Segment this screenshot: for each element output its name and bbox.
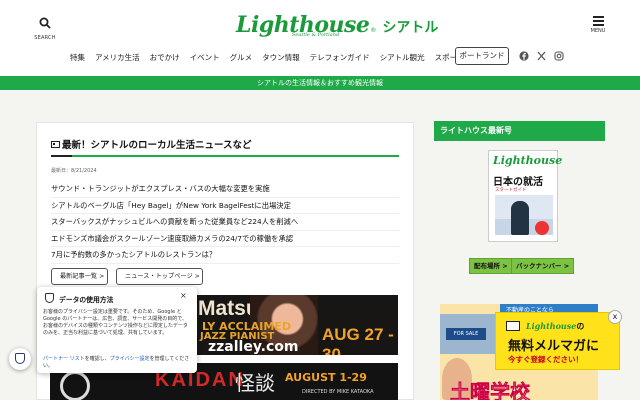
latest-issue-heading: ライトハウス最新号 <box>434 121 605 141</box>
menu-label: MENU <box>590 28 606 34</box>
news-title: 最新！シアトルのローカル生活ニュースなど <box>62 140 252 151</box>
back-number-button[interactable]: バックナンバー > <box>511 258 575 274</box>
ring-graphic <box>60 371 90 400</box>
popup-line2: 無料メルマガに <box>508 339 600 354</box>
magazine-cover[interactable]: Lighthouse 日本の就活 スタートガイド <box>488 150 562 242</box>
jazz-url: zzalley.com <box>208 339 299 355</box>
privacy-title: データの使用方法 <box>59 296 114 304</box>
menu-button[interactable]: MENU <box>584 14 612 40</box>
instagram-icon[interactable] <box>554 51 564 61</box>
distribution-button[interactable]: 配布場所 > <box>469 258 513 274</box>
nav-item-gourmet[interactable]: グルメ <box>230 52 253 64</box>
search-label: SEARCH <box>34 35 56 41</box>
logo-subtitle: Seattle & Portland <box>292 32 340 38</box>
news-top-button[interactable]: ニュース・トップページ > <box>116 268 203 285</box>
partner-list-link[interactable]: パートナー リスト <box>43 356 85 362</box>
logo-city: シアトル <box>382 20 439 36</box>
popup-line1: Lighthouseの <box>526 321 584 332</box>
logo-registered: ® <box>370 27 377 34</box>
magazine-subtitle: スタートガイド <box>495 188 527 193</box>
kaidan-dates: AUGUST 1-29 <box>285 371 367 384</box>
popup-logo: Lighthouse <box>526 321 577 331</box>
nav-item-feature[interactable]: 特集 <box>70 52 85 64</box>
latest-articles-button[interactable]: 最新記事一覧 > <box>51 268 108 285</box>
kaidan-kanji: 怪談 <box>235 371 275 395</box>
popup-line3: 今すぐ登録ください！ <box>508 355 583 364</box>
magazine-logo: Lighthouse <box>493 154 563 167</box>
site-header: SEARCH Lighthouse ® シアトル Seattle & Portl… <box>0 0 640 76</box>
hamburger-icon <box>592 16 604 26</box>
kaidan-director: DIRECTED BY MIKE KATAOKA <box>302 389 374 395</box>
privacy-settings-button[interactable] <box>9 348 31 370</box>
search-icon <box>39 17 51 29</box>
magazine-figure <box>511 201 529 235</box>
privacy-close-button[interactable]: × <box>180 291 187 300</box>
nav-item-town-info[interactable]: タウン情報 <box>262 52 300 64</box>
nav-item-seattle-tourism[interactable]: シアトル観光 <box>380 52 425 64</box>
magazine-badge <box>535 221 549 235</box>
privacy-body: お客様のプライバシー設定は重要です。そのため、Google と Google の… <box>43 309 188 336</box>
portland-button[interactable]: ポートランド <box>455 47 509 65</box>
news-item[interactable]: 7月に予約数の多かったシアトルのレストランは？ <box>51 247 399 264</box>
main-nav: 特集 アメリカ生活 おでかけ イベント グルメ タウン情報 テレフォンガイド シ… <box>70 52 474 64</box>
news-item[interactable]: スターバックスがナッシュビルへの貢献を断った従業員など224人を削減へ <box>51 214 399 231</box>
news-list: サウンド・トランジットがエクスプレス・バスの大幅な変更を実施 シアトルのベーグル… <box>51 181 399 264</box>
search-button[interactable]: SEARCH <box>30 14 60 41</box>
nav-item-events[interactable]: イベント <box>190 52 220 64</box>
magazine-title: 日本の就活 <box>493 177 543 188</box>
news-buttons: 最新記事一覧 > ニュース・トップページ > <box>51 268 203 285</box>
tagline-banner: シアトルの生活情報＆おすすめ観光情報 <box>0 76 640 90</box>
nav-item-us-life[interactable]: アメリカ生活 <box>95 52 140 64</box>
nav-item-outing[interactable]: おでかけ <box>150 52 180 64</box>
privacy-links: パートナー リストを確認し、プライバシー設定を管理してください。 <box>43 356 191 370</box>
news-heading: 最新！シアトルのローカル生活ニュースなど <box>51 137 252 151</box>
school-ad-title: 土曜学校 <box>450 380 531 400</box>
news-item[interactable]: エドモンズ市議会がスクールゾーン速度取締カメラの24/7での稼働を承認 <box>51 231 399 247</box>
shield-icon <box>45 293 54 303</box>
privacy-link-mid: を確認し、 <box>84 356 110 362</box>
jazz-dates: AUG 27 - 30 <box>322 325 394 355</box>
news-item[interactable]: シアトルのベーグル店「Hey Bagel」がNew York BagelFest… <box>51 198 399 214</box>
envelope-icon <box>506 321 520 331</box>
popup-line1-suffix: の <box>576 322 585 331</box>
newsletter-popup[interactable]: Lighthouseの 無料メルマガに 今すぐ登録ください！ <box>495 312 620 370</box>
for-sale-sign: FOR SALE <box>446 328 486 340</box>
nav-item-phone-guide[interactable]: テレフォンガイド <box>310 52 370 64</box>
newsletter-close-button[interactable]: x <box>608 310 622 324</box>
title-divider <box>51 155 399 157</box>
facebook-icon[interactable] <box>519 51 529 61</box>
updated-date: 最新日：8/21/2024 <box>51 168 97 174</box>
privacy-dialog: データの使用方法 × お客様のプライバシー設定は重要です。そのため、Google… <box>37 287 197 373</box>
privacy-settings-link[interactable]: プライバシー設定 <box>110 356 150 362</box>
shield-icon <box>15 353 25 364</box>
newspaper-icon <box>51 140 60 148</box>
x-icon[interactable] <box>537 51 546 61</box>
news-item[interactable]: サウンド・トランジットがエクスプレス・バスの大幅な変更を実施 <box>51 181 399 198</box>
